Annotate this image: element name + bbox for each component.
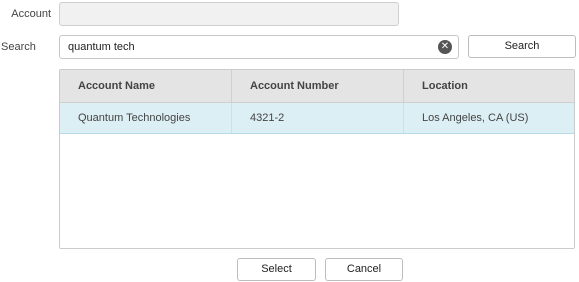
column-header-account-number[interactable]: Account Number bbox=[231, 70, 403, 102]
table-row[interactable]: Quantum Technologies 4321-2 Los Angeles,… bbox=[60, 103, 574, 134]
results-header: Account Name Account Number Location bbox=[60, 70, 574, 103]
search-input-wrapper: ✕ bbox=[59, 35, 459, 59]
cell-account-name: Quantum Technologies bbox=[78, 112, 191, 124]
clear-search-icon[interactable]: ✕ bbox=[438, 40, 452, 54]
results-table: Account Name Account Number Location Qua… bbox=[59, 69, 575, 249]
column-header-location[interactable]: Location bbox=[403, 70, 574, 102]
search-button[interactable]: Search bbox=[468, 35, 576, 58]
account-field[interactable] bbox=[59, 2, 399, 26]
cell-location: Los Angeles, CA (US) bbox=[403, 103, 574, 133]
cell-account-number: 4321-2 bbox=[231, 103, 403, 133]
cancel-button[interactable]: Cancel bbox=[325, 258, 403, 281]
account-label: Account bbox=[11, 8, 51, 20]
search-label: Search bbox=[1, 41, 36, 53]
select-button[interactable]: Select bbox=[237, 258, 316, 281]
search-input[interactable] bbox=[68, 36, 428, 58]
column-header-account-name[interactable]: Account Name bbox=[60, 70, 231, 102]
